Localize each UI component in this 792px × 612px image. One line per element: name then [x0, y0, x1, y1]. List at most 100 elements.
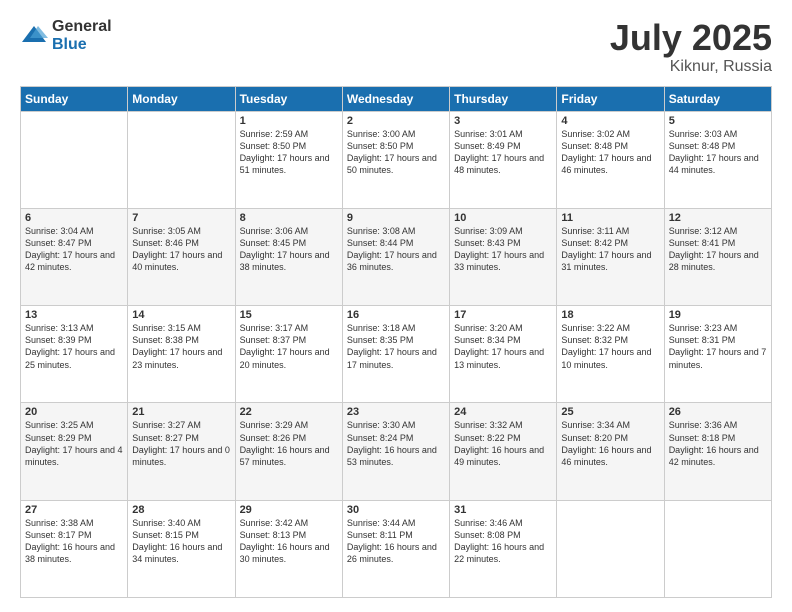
- day-number: 15: [240, 309, 338, 321]
- logo-text: General Blue: [52, 18, 112, 53]
- day-number: 24: [454, 406, 552, 418]
- day-number: 8: [240, 212, 338, 224]
- location-title: Kiknur, Russia: [610, 58, 772, 76]
- calendar-cell: 21Sunrise: 3:27 AMSunset: 8:27 PMDayligh…: [128, 403, 235, 500]
- day-info: Sunrise: 3:38 AMSunset: 8:17 PMDaylight:…: [25, 517, 123, 566]
- day-number: 22: [240, 406, 338, 418]
- calendar-cell: 26Sunrise: 3:36 AMSunset: 8:18 PMDayligh…: [664, 403, 771, 500]
- logo-icon: [20, 22, 48, 50]
- day-number: 5: [669, 115, 767, 127]
- day-number: 28: [132, 504, 230, 516]
- day-number: 16: [347, 309, 445, 321]
- day-info: Sunrise: 3:46 AMSunset: 8:08 PMDaylight:…: [454, 517, 552, 566]
- logo: General Blue: [20, 18, 112, 53]
- day-info: Sunrise: 2:59 AMSunset: 8:50 PMDaylight:…: [240, 128, 338, 177]
- day-info: Sunrise: 3:23 AMSunset: 8:31 PMDaylight:…: [669, 322, 767, 371]
- day-info: Sunrise: 3:25 AMSunset: 8:29 PMDaylight:…: [25, 419, 123, 468]
- day-info: Sunrise: 3:03 AMSunset: 8:48 PMDaylight:…: [669, 128, 767, 177]
- day-info: Sunrise: 3:22 AMSunset: 8:32 PMDaylight:…: [561, 322, 659, 371]
- day-info: Sunrise: 3:40 AMSunset: 8:15 PMDaylight:…: [132, 517, 230, 566]
- title-block: July 2025 Kiknur, Russia: [610, 18, 772, 76]
- day-number: 27: [25, 504, 123, 516]
- calendar-cell: 5Sunrise: 3:03 AMSunset: 8:48 PMDaylight…: [664, 111, 771, 208]
- day-number: 7: [132, 212, 230, 224]
- day-info: Sunrise: 3:29 AMSunset: 8:26 PMDaylight:…: [240, 419, 338, 468]
- calendar-day-header: Tuesday: [235, 86, 342, 111]
- day-number: 29: [240, 504, 338, 516]
- calendar-cell: 25Sunrise: 3:34 AMSunset: 8:20 PMDayligh…: [557, 403, 664, 500]
- logo-blue-text: Blue: [52, 36, 112, 54]
- day-number: 17: [454, 309, 552, 321]
- calendar-week-row: 20Sunrise: 3:25 AMSunset: 8:29 PMDayligh…: [21, 403, 772, 500]
- calendar-cell: 2Sunrise: 3:00 AMSunset: 8:50 PMDaylight…: [342, 111, 449, 208]
- calendar-cell: 30Sunrise: 3:44 AMSunset: 8:11 PMDayligh…: [342, 500, 449, 597]
- calendar-cell: 10Sunrise: 3:09 AMSunset: 8:43 PMDayligh…: [450, 208, 557, 305]
- calendar-cell: 8Sunrise: 3:06 AMSunset: 8:45 PMDaylight…: [235, 208, 342, 305]
- day-number: 18: [561, 309, 659, 321]
- calendar-cell: 16Sunrise: 3:18 AMSunset: 8:35 PMDayligh…: [342, 306, 449, 403]
- day-number: 3: [454, 115, 552, 127]
- calendar-day-header: Monday: [128, 86, 235, 111]
- calendar-cell: 22Sunrise: 3:29 AMSunset: 8:26 PMDayligh…: [235, 403, 342, 500]
- calendar-cell: 31Sunrise: 3:46 AMSunset: 8:08 PMDayligh…: [450, 500, 557, 597]
- day-info: Sunrise: 3:06 AMSunset: 8:45 PMDaylight:…: [240, 225, 338, 274]
- calendar-cell: [21, 111, 128, 208]
- calendar-day-header: Thursday: [450, 86, 557, 111]
- calendar-cell: 4Sunrise: 3:02 AMSunset: 8:48 PMDaylight…: [557, 111, 664, 208]
- day-info: Sunrise: 3:44 AMSunset: 8:11 PMDaylight:…: [347, 517, 445, 566]
- day-info: Sunrise: 3:01 AMSunset: 8:49 PMDaylight:…: [454, 128, 552, 177]
- day-number: 20: [25, 406, 123, 418]
- day-info: Sunrise: 3:12 AMSunset: 8:41 PMDaylight:…: [669, 225, 767, 274]
- day-info: Sunrise: 3:04 AMSunset: 8:47 PMDaylight:…: [25, 225, 123, 274]
- day-info: Sunrise: 3:36 AMSunset: 8:18 PMDaylight:…: [669, 419, 767, 468]
- calendar-cell: [664, 500, 771, 597]
- header: General Blue July 2025 Kiknur, Russia: [20, 18, 772, 76]
- day-info: Sunrise: 3:00 AMSunset: 8:50 PMDaylight:…: [347, 128, 445, 177]
- day-info: Sunrise: 3:05 AMSunset: 8:46 PMDaylight:…: [132, 225, 230, 274]
- day-number: 2: [347, 115, 445, 127]
- day-info: Sunrise: 3:34 AMSunset: 8:20 PMDaylight:…: [561, 419, 659, 468]
- calendar-week-row: 27Sunrise: 3:38 AMSunset: 8:17 PMDayligh…: [21, 500, 772, 597]
- day-info: Sunrise: 3:13 AMSunset: 8:39 PMDaylight:…: [25, 322, 123, 371]
- calendar-cell: 11Sunrise: 3:11 AMSunset: 8:42 PMDayligh…: [557, 208, 664, 305]
- calendar-cell: 28Sunrise: 3:40 AMSunset: 8:15 PMDayligh…: [128, 500, 235, 597]
- calendar-cell: 7Sunrise: 3:05 AMSunset: 8:46 PMDaylight…: [128, 208, 235, 305]
- calendar-cell: 17Sunrise: 3:20 AMSunset: 8:34 PMDayligh…: [450, 306, 557, 403]
- calendar-cell: 29Sunrise: 3:42 AMSunset: 8:13 PMDayligh…: [235, 500, 342, 597]
- day-number: 4: [561, 115, 659, 127]
- calendar-cell: 27Sunrise: 3:38 AMSunset: 8:17 PMDayligh…: [21, 500, 128, 597]
- month-title: July 2025: [610, 18, 772, 58]
- day-number: 12: [669, 212, 767, 224]
- calendar-day-header: Saturday: [664, 86, 771, 111]
- day-number: 21: [132, 406, 230, 418]
- calendar-cell: 14Sunrise: 3:15 AMSunset: 8:38 PMDayligh…: [128, 306, 235, 403]
- calendar-cell: 1Sunrise: 2:59 AMSunset: 8:50 PMDaylight…: [235, 111, 342, 208]
- day-number: 26: [669, 406, 767, 418]
- calendar-cell: [128, 111, 235, 208]
- day-number: 19: [669, 309, 767, 321]
- logo-general-text: General: [52, 18, 112, 36]
- day-number: 31: [454, 504, 552, 516]
- day-info: Sunrise: 3:20 AMSunset: 8:34 PMDaylight:…: [454, 322, 552, 371]
- day-number: 30: [347, 504, 445, 516]
- day-info: Sunrise: 3:15 AMSunset: 8:38 PMDaylight:…: [132, 322, 230, 371]
- day-info: Sunrise: 3:30 AMSunset: 8:24 PMDaylight:…: [347, 419, 445, 468]
- calendar-day-header: Wednesday: [342, 86, 449, 111]
- calendar-cell: 9Sunrise: 3:08 AMSunset: 8:44 PMDaylight…: [342, 208, 449, 305]
- calendar-cell: [557, 500, 664, 597]
- day-info: Sunrise: 3:17 AMSunset: 8:37 PMDaylight:…: [240, 322, 338, 371]
- calendar-day-header: Sunday: [21, 86, 128, 111]
- calendar-cell: 13Sunrise: 3:13 AMSunset: 8:39 PMDayligh…: [21, 306, 128, 403]
- calendar-cell: 15Sunrise: 3:17 AMSunset: 8:37 PMDayligh…: [235, 306, 342, 403]
- day-info: Sunrise: 3:02 AMSunset: 8:48 PMDaylight:…: [561, 128, 659, 177]
- calendar-cell: 12Sunrise: 3:12 AMSunset: 8:41 PMDayligh…: [664, 208, 771, 305]
- calendar-cell: 6Sunrise: 3:04 AMSunset: 8:47 PMDaylight…: [21, 208, 128, 305]
- page: General Blue July 2025 Kiknur, Russia Su…: [0, 0, 792, 612]
- day-info: Sunrise: 3:11 AMSunset: 8:42 PMDaylight:…: [561, 225, 659, 274]
- day-number: 11: [561, 212, 659, 224]
- day-info: Sunrise: 3:08 AMSunset: 8:44 PMDaylight:…: [347, 225, 445, 274]
- calendar-week-row: 13Sunrise: 3:13 AMSunset: 8:39 PMDayligh…: [21, 306, 772, 403]
- day-number: 6: [25, 212, 123, 224]
- day-number: 25: [561, 406, 659, 418]
- calendar-table: SundayMondayTuesdayWednesdayThursdayFrid…: [20, 86, 772, 598]
